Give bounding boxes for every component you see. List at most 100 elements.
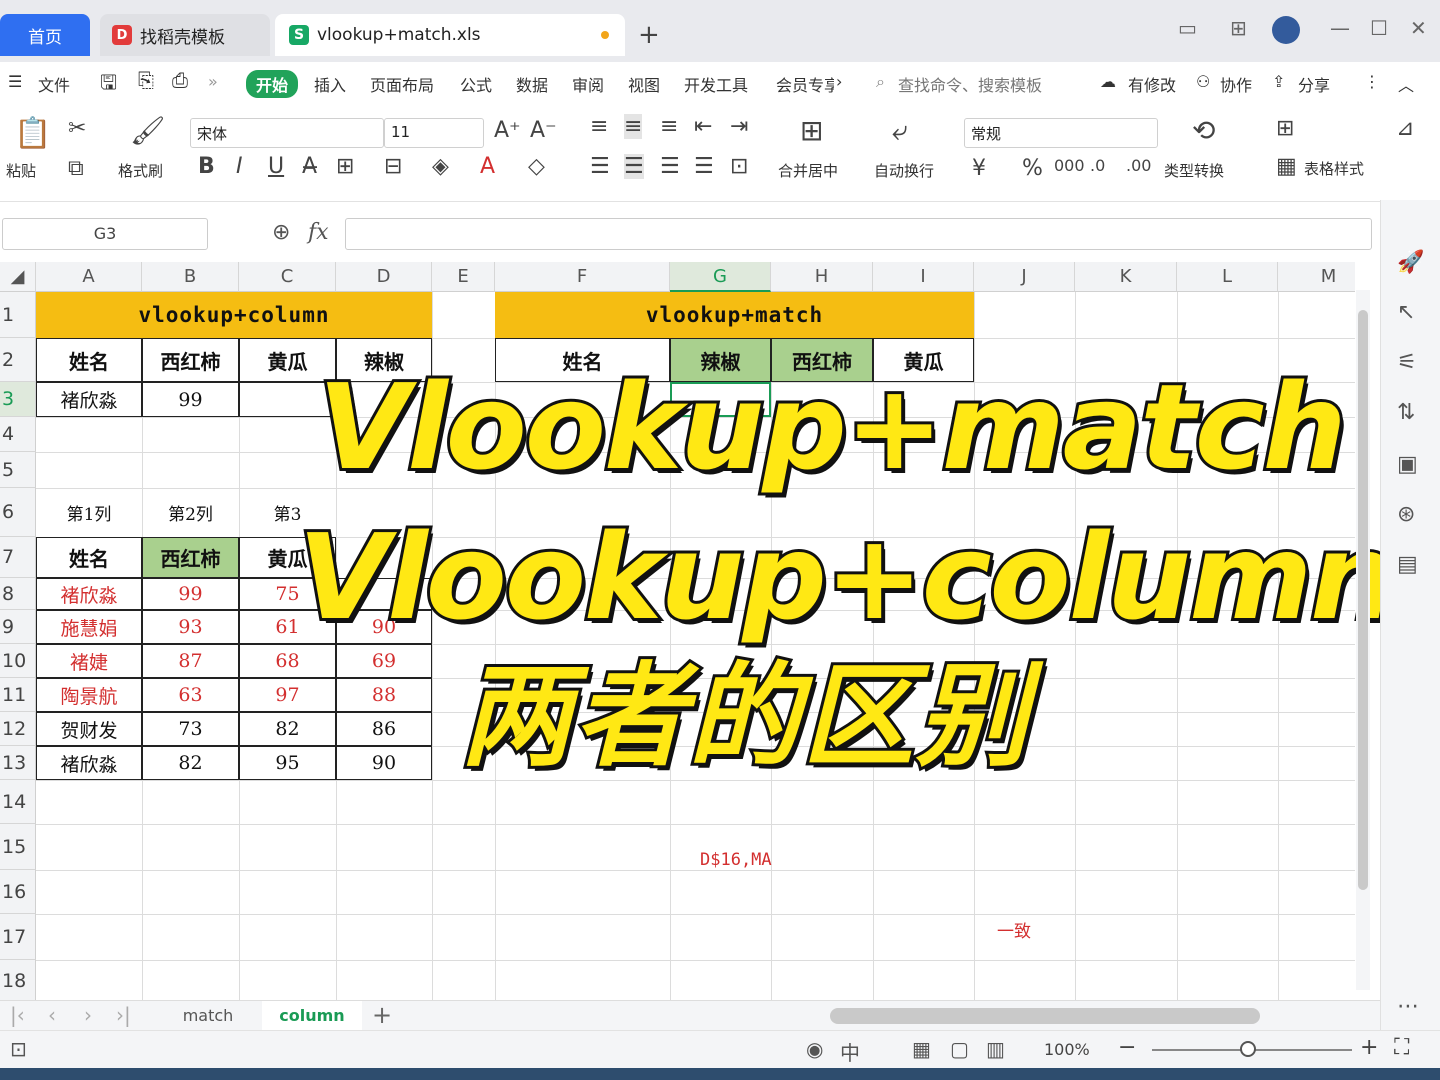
percent-icon[interactable]: % <box>1022 156 1043 181</box>
thousands-icon[interactable]: 000 <box>1054 156 1085 175</box>
sort-icon[interactable]: ⇅ <box>1397 400 1415 425</box>
row-header-6[interactable]: 6 <box>0 488 36 537</box>
data-table-cell[interactable]: 褚婕 <box>36 644 142 678</box>
table1-header-cell[interactable]: 姓名 <box>36 338 142 382</box>
italic-icon[interactable]: I <box>236 154 243 179</box>
column-header-b[interactable]: B <box>142 262 239 292</box>
align-bottom-icon[interactable]: ≡ <box>660 114 678 139</box>
row-header-17[interactable]: 17 <box>0 914 36 960</box>
column-header-k[interactable]: K <box>1075 262 1177 292</box>
merge-center-button[interactable]: 合并居中 <box>778 160 838 181</box>
share-button[interactable]: 分享 <box>1298 72 1330 96</box>
row-header-16[interactable]: 16 <box>0 870 36 914</box>
menu-file[interactable]: 文件 <box>38 72 70 96</box>
data-table-cell[interactable]: 褚欣淼 <box>36 746 142 780</box>
data-table-header-cell[interactable]: 西红柿 <box>142 537 239 578</box>
column-header-i[interactable]: I <box>873 262 974 292</box>
data-table-cell[interactable]: 88 <box>336 678 432 712</box>
align-center-icon[interactable]: ☰ <box>624 154 644 179</box>
sheet-tab-match[interactable]: match <box>158 1001 258 1030</box>
font-name-select[interactable]: 宋体 <box>190 118 384 148</box>
zoom-out-icon[interactable]: − <box>1118 1035 1136 1060</box>
vertical-scroll-thumb[interactable] <box>1358 310 1368 890</box>
fullscreen-icon[interactable]: ⛶ <box>1394 1035 1409 1060</box>
first-sheet-icon[interactable]: |‹ <box>10 1003 25 1027</box>
data-table-cell[interactable]: 95 <box>239 746 336 780</box>
row-header-2[interactable]: 2 <box>0 338 36 382</box>
table-style-button[interactable]: 表格样式 <box>1304 158 1364 179</box>
column-header-j[interactable]: J <box>974 262 1075 292</box>
input-method-icon[interactable]: 中 <box>840 1037 860 1066</box>
avatar[interactable] <box>1272 16 1300 44</box>
maximize-icon[interactable]: ☐ <box>1370 16 1388 40</box>
next-sheet-icon[interactable]: › <box>84 1003 92 1027</box>
row-header-4[interactable]: 4 <box>0 417 36 452</box>
align-left-icon[interactable]: ☰ <box>590 154 610 179</box>
format-painter-button[interactable]: 格式刷 <box>118 160 163 181</box>
macro-record-icon[interactable]: ⊡ <box>10 1037 27 1061</box>
new-tab-button[interactable]: + <box>638 20 660 50</box>
data-table-cell[interactable]: 82 <box>239 712 336 746</box>
data-table-cell[interactable]: 69 <box>336 644 432 678</box>
zoom-level[interactable]: 100% <box>1044 1040 1090 1059</box>
column-header-m[interactable]: M <box>1278 262 1355 292</box>
font-color-icon[interactable]: A <box>480 154 495 179</box>
conditional-format-icon[interactable]: ⊞ <box>1276 116 1294 141</box>
data-table-cell[interactable]: 97 <box>239 678 336 712</box>
select-all-corner[interactable]: ◢ <box>0 262 36 292</box>
copy-icon[interactable]: ⧉ <box>68 156 84 181</box>
currency-icon[interactable]: ¥ <box>972 156 986 181</box>
normal-view-icon[interactable]: ▦ <box>912 1037 931 1061</box>
page-layout-view-icon[interactable]: ▢ <box>950 1037 969 1061</box>
name-box[interactable]: G3 <box>2 218 208 250</box>
align-top-icon[interactable]: ≡ <box>590 114 608 139</box>
indent-increase-icon[interactable]: ⇥ <box>730 114 748 139</box>
row-header-1[interactable]: 1 <box>0 292 36 338</box>
row-header-13[interactable]: 13 <box>0 746 36 780</box>
export-icon[interactable]: ⎘ <box>138 68 154 92</box>
cell-format-icon[interactable]: ⊟ <box>384 154 402 179</box>
more-dots-icon[interactable]: ⋯ <box>1397 994 1419 1019</box>
borders-icon[interactable]: ⊞ <box>336 154 354 179</box>
wrap-text-button[interactable]: 自动换行 <box>874 160 934 181</box>
column-header-f[interactable]: F <box>495 262 670 292</box>
wrap-text-icon[interactable]: ⤶ <box>892 114 908 148</box>
data-table-cell[interactable]: 86 <box>336 712 432 746</box>
type-convert-icon[interactable]: ⟲ <box>1192 114 1215 147</box>
row-header-14[interactable]: 14 <box>0 780 36 824</box>
menu-start[interactable]: 开始 <box>246 70 299 98</box>
data-table-cell[interactable]: 68 <box>239 644 336 678</box>
hamburger-icon[interactable]: ☰ <box>8 72 22 91</box>
menu-formula[interactable]: 公式 <box>460 72 492 96</box>
menu-insert[interactable]: 插入 <box>314 72 346 96</box>
table1-header-cell[interactable]: 西红柿 <box>142 338 239 382</box>
distributed-icon[interactable]: ⊡ <box>730 154 748 179</box>
format-painter-icon[interactable]: 🖌 <box>130 114 166 147</box>
compass-icon[interactable]: ⊛ <box>1397 502 1415 527</box>
row-header-5[interactable]: 5 <box>0 452 36 488</box>
column-header-d[interactable]: D <box>336 262 432 292</box>
data-table-cell[interactable]: 99 <box>142 578 239 610</box>
underline-icon[interactable]: U <box>268 154 284 179</box>
menu-scroll-right-icon[interactable]: › <box>836 72 842 91</box>
data-table-cell[interactable]: 87 <box>142 644 239 678</box>
more-chevron-icon[interactable]: » <box>208 72 218 91</box>
table1-lookup-cell[interactable]: 褚欣淼 <box>36 382 142 417</box>
prev-sheet-icon[interactable]: ‹ <box>48 1003 56 1027</box>
strikethrough-icon[interactable]: A̶ <box>302 154 317 179</box>
column-header-h[interactable]: H <box>771 262 873 292</box>
add-sheet-icon[interactable]: + <box>372 1001 392 1029</box>
column-header-e[interactable]: E <box>432 262 495 292</box>
indent-decrease-icon[interactable]: ⇤ <box>694 114 712 139</box>
font-size-select[interactable]: 11 <box>384 118 484 148</box>
collab-button[interactable]: 协作 <box>1220 72 1252 96</box>
data-table-cell[interactable]: 陶景航 <box>36 678 142 712</box>
ribbon-more-icon[interactable]: ⊿ <box>1396 116 1414 141</box>
tab-daoke-templates[interactable]: D 找稻壳模板 <box>100 14 270 56</box>
data-table-cell[interactable]: 63 <box>142 678 239 712</box>
modified-status-button[interactable]: 有修改 <box>1128 72 1176 96</box>
row-header-15[interactable]: 15 <box>0 824 36 870</box>
font-shrink-icon[interactable]: A⁻ <box>530 118 557 143</box>
column-header-c[interactable]: C <box>239 262 336 292</box>
menu-page-layout[interactable]: 页面布局 <box>370 72 434 96</box>
